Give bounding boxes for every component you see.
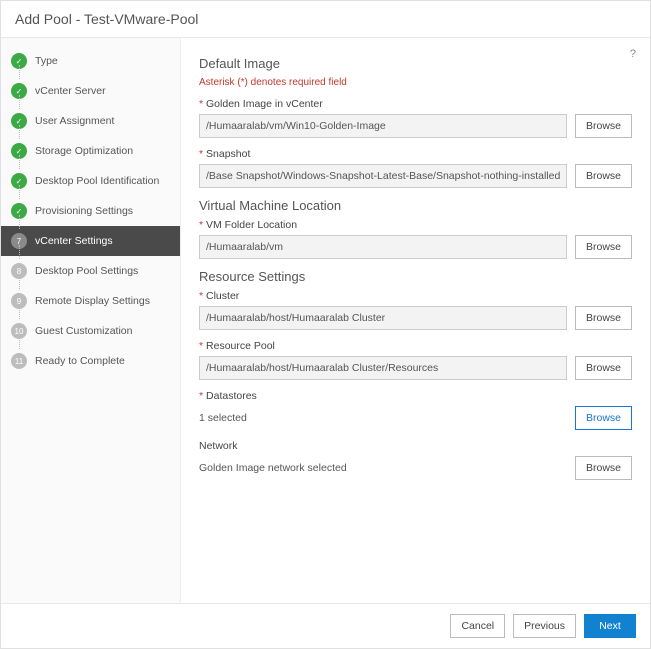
previous-button[interactable]: Previous bbox=[513, 614, 576, 638]
cluster-browse-button[interactable]: Browse bbox=[575, 306, 632, 330]
wizard-step-5[interactable]: ✓Desktop Pool Identification bbox=[1, 166, 180, 196]
section-resource-settings: Resource Settings bbox=[199, 269, 632, 284]
step-label: Storage Optimization bbox=[35, 145, 133, 157]
step-label: Desktop Pool Settings bbox=[35, 265, 138, 277]
resource-pool-input[interactable] bbox=[199, 356, 567, 380]
wizard-step-1[interactable]: ✓Type bbox=[1, 46, 180, 76]
step-label: Ready to Complete bbox=[35, 355, 125, 367]
next-button[interactable]: Next bbox=[584, 614, 636, 638]
dialog-header: Add Pool - Test-VMware-Pool bbox=[1, 1, 650, 38]
step-label: Provisioning Settings bbox=[35, 205, 133, 217]
content-panel: ? Default Image Asterisk (*) denotes req… bbox=[181, 38, 650, 603]
golden-image-input[interactable] bbox=[199, 114, 567, 138]
snapshot-input[interactable] bbox=[199, 164, 567, 188]
datastores-label: Datastores bbox=[199, 390, 632, 402]
golden-image-label: Golden Image in vCenter bbox=[199, 98, 632, 110]
wizard-step-11[interactable]: 11 Ready to Complete bbox=[1, 346, 180, 376]
wizard-step-10[interactable]: 10Guest Customization bbox=[1, 316, 180, 346]
section-vm-location: Virtual Machine Location bbox=[199, 198, 632, 213]
wizard-steps: ✓Type✓vCenter Server✓User Assignment✓Sto… bbox=[1, 38, 181, 603]
help-icon[interactable]: ? bbox=[630, 48, 636, 60]
vm-folder-browse-button[interactable]: Browse bbox=[575, 235, 632, 259]
wizard-step-7[interactable]: 7vCenter Settings bbox=[1, 226, 180, 256]
cluster-input[interactable] bbox=[199, 306, 567, 330]
datastores-value: 1 selected bbox=[199, 412, 567, 424]
resource-pool-label: Resource Pool bbox=[199, 340, 632, 352]
wizard-step-9[interactable]: 9Remote Display Settings bbox=[1, 286, 180, 316]
snapshot-label: Snapshot bbox=[199, 148, 632, 160]
network-label: Network bbox=[199, 440, 632, 452]
snapshot-browse-button[interactable]: Browse bbox=[575, 164, 632, 188]
step-label: Type bbox=[35, 55, 58, 67]
wizard-step-4[interactable]: ✓Storage Optimization bbox=[1, 136, 180, 166]
cluster-label: Cluster bbox=[199, 290, 632, 302]
datastores-browse-button[interactable]: Browse bbox=[575, 406, 632, 430]
wizard-step-2[interactable]: ✓vCenter Server bbox=[1, 76, 180, 106]
step-label: vCenter Settings bbox=[35, 235, 113, 247]
network-browse-button[interactable]: Browse bbox=[575, 456, 632, 480]
required-note: Asterisk (*) denotes required field bbox=[199, 77, 632, 88]
vm-folder-label: VM Folder Location bbox=[199, 219, 632, 231]
network-value: Golden Image network selected bbox=[199, 462, 567, 474]
section-default-image: Default Image bbox=[199, 56, 632, 71]
dialog-title: Add Pool - Test-VMware-Pool bbox=[15, 11, 198, 27]
add-pool-dialog: Add Pool - Test-VMware-Pool ✓Type✓vCente… bbox=[0, 0, 651, 649]
dialog-footer: Cancel Previous Next bbox=[1, 603, 650, 648]
wizard-step-8[interactable]: 8Desktop Pool Settings bbox=[1, 256, 180, 286]
step-label: User Assignment bbox=[35, 115, 114, 127]
cancel-button[interactable]: Cancel bbox=[450, 614, 505, 638]
step-label: vCenter Server bbox=[35, 85, 106, 97]
step-number-badge: 11 bbox=[11, 353, 27, 369]
wizard-step-6[interactable]: ✓Provisioning Settings bbox=[1, 196, 180, 226]
step-label: Guest Customization bbox=[35, 325, 132, 337]
resource-pool-browse-button[interactable]: Browse bbox=[575, 356, 632, 380]
golden-image-browse-button[interactable]: Browse bbox=[575, 114, 632, 138]
step-label: Remote Display Settings bbox=[35, 295, 150, 307]
vm-folder-input[interactable] bbox=[199, 235, 567, 259]
wizard-step-3[interactable]: ✓User Assignment bbox=[1, 106, 180, 136]
step-label: Desktop Pool Identification bbox=[35, 175, 159, 187]
dialog-body: ✓Type✓vCenter Server✓User Assignment✓Sto… bbox=[1, 38, 650, 603]
